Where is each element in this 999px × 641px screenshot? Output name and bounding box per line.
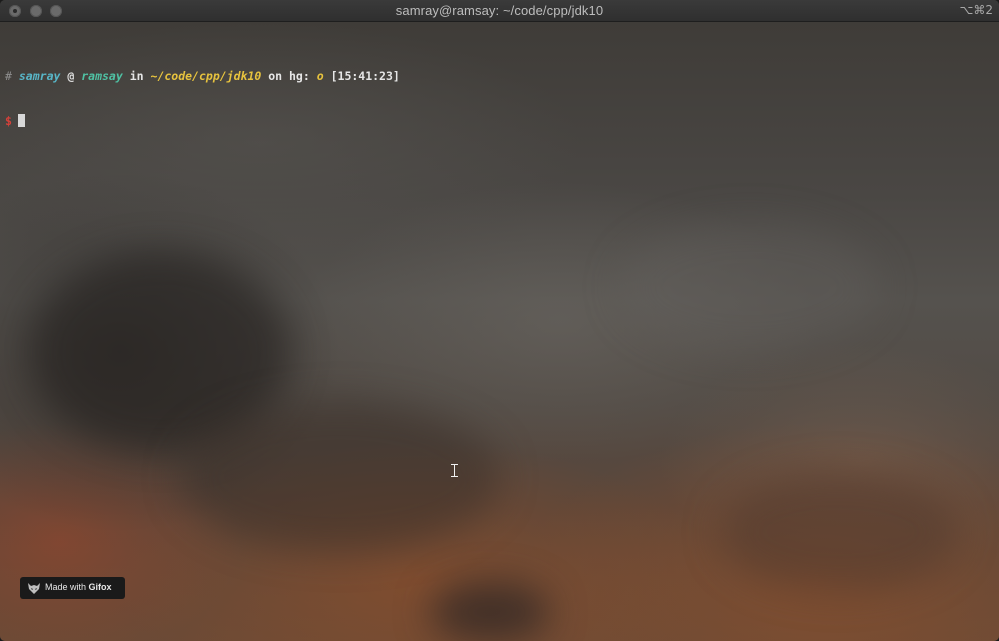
fox-logo-icon (28, 583, 40, 594)
gifox-watermark: Made with Gifox (20, 577, 125, 599)
terminal-window: samray@ramsay: ~/code/cpp/jdk10 ⌥⌘2 # sa… (0, 0, 999, 641)
prompt-path: ~/code/cpp/jdk10 (150, 69, 262, 83)
tab-shortcut: ⌥⌘2 (959, 3, 993, 17)
window-title: samray@ramsay: ~/code/cpp/jdk10 (395, 3, 604, 18)
prompt-host: ramsay (81, 69, 123, 83)
prompt-line: # samray @ ramsay in ~/code/cpp/jdk10 on… (5, 69, 400, 84)
shell-prompt: # samray @ ramsay in ~/code/cpp/jdk10 on… (5, 39, 400, 159)
block-cursor (17, 114, 25, 127)
watermark-text: Made with Gifox (45, 582, 112, 592)
terminal-content[interactable]: # samray @ ramsay in ~/code/cpp/jdk10 on… (0, 22, 999, 641)
prompt-time: [15:41:23] (330, 69, 400, 83)
prompt-hash: # (5, 69, 12, 83)
title-bar[interactable]: samray@ramsay: ~/code/cpp/jdk10 ⌥⌘2 (0, 0, 999, 22)
prompt-in: in (129, 69, 144, 83)
prompt-at: @ (67, 69, 75, 83)
watermark-made-with: Made with (45, 582, 87, 592)
prompt-vcs-status: o (316, 69, 324, 83)
watermark-brand: Gifox (88, 582, 112, 592)
background-cloud (720, 472, 960, 592)
prompt-user: samray (18, 69, 61, 83)
prompt-symbol: $ (5, 114, 12, 128)
background-cloud (430, 582, 550, 641)
input-line[interactable]: $ (5, 114, 400, 129)
text-cursor-icon (451, 463, 459, 478)
background-cloud (620, 222, 880, 352)
prompt-vcs-label: on hg: (268, 69, 310, 83)
